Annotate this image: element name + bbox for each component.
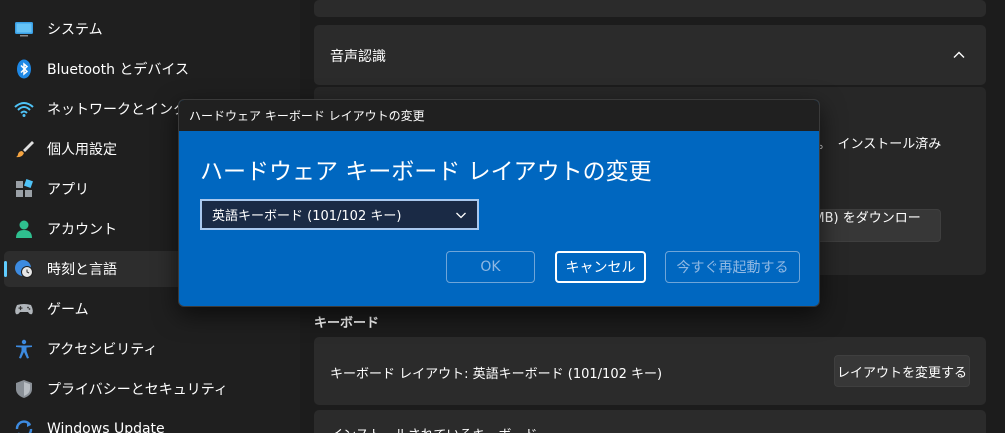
shield-icon [16, 380, 32, 398]
apps-icon [16, 179, 33, 197]
sidebar-item-accessibility[interactable]: アクセシビリティ [4, 331, 296, 367]
sidebar-item-windows-update[interactable]: Windows Update [4, 411, 296, 433]
monitor-icon [15, 22, 33, 37]
cancel-button[interactable]: キャンセル [555, 251, 646, 283]
globe-clock-icon [15, 260, 33, 278]
sidebar-item-label: 個人用設定 [47, 142, 117, 158]
sidebar-item-label: アカウント [47, 222, 117, 238]
sidebar-item-privacy[interactable]: プライバシーとセキュリティ [4, 371, 296, 407]
accessibility-icon [16, 339, 32, 359]
download-button[interactable]: 5 MB) をダウンロード [800, 209, 941, 245]
brush-icon [16, 141, 34, 158]
restart-now-button[interactable]: 今すぐ再起動する [665, 251, 800, 283]
sidebar-item-label: アクセシビリティ [47, 342, 158, 358]
change-keyboard-layout-dialog: ハードウェア キーボード レイアウトの変更 ハードウェア キーボード レイアウト… [178, 99, 820, 307]
sidebar-item-system[interactable]: システム [4, 11, 296, 47]
sidebar-item-bluetooth[interactable]: Bluetooth とデバイス [4, 51, 296, 87]
selection-indicator [4, 261, 7, 277]
sidebar-item-label: アプリ [47, 182, 89, 198]
installed-keyboards-label: インストールされているキーボード [330, 424, 537, 433]
keyboard-layout-dropdown[interactable]: 英語キーボード (101/102 キー) [200, 199, 479, 230]
installed-status: 。 インストール済み [818, 137, 942, 152]
sidebar-item-label: Windows Update [47, 421, 165, 433]
speech-recognition-card[interactable] [314, 25, 986, 85]
person-icon [16, 220, 32, 238]
dialog-titlebar[interactable]: ハードウェア キーボード レイアウトの変更 [179, 100, 819, 131]
dropdown-value: 英語キーボード (101/102 キー) [212, 209, 402, 224]
sidebar-item-label: 時刻と言語 [47, 262, 117, 278]
gamepad-icon [15, 304, 33, 315]
wifi-icon [14, 102, 34, 117]
sidebar-item-label: ゲーム [47, 302, 89, 318]
speech-recognition-title: 音声認識 [330, 49, 386, 65]
settings-window: システム Bluetooth とデバイス ネットワークとインターネット 個人用設… [0, 0, 1005, 433]
change-layout-button[interactable]: レイアウトを変更する [834, 355, 970, 387]
sidebar-item-label: プライバシーとセキュリティ [47, 382, 228, 398]
sidebar-item-label: システム [47, 22, 103, 38]
chevron-up-icon[interactable] [952, 48, 966, 62]
dialog-heading: ハードウェア キーボード レイアウトの変更 [200, 159, 652, 185]
ok-button[interactable]: OK [446, 251, 535, 283]
sidebar-item-label: Bluetooth とデバイス [47, 62, 189, 78]
update-icon [15, 420, 33, 433]
keyboard-layout-text: キーボード レイアウト: 英語キーボード (101/102 キー) [330, 367, 663, 382]
previous-card [314, 0, 986, 17]
keyboard-section-header: キーボード [314, 316, 380, 331]
bluetooth-icon [17, 59, 31, 79]
chevron-down-icon [456, 212, 466, 219]
